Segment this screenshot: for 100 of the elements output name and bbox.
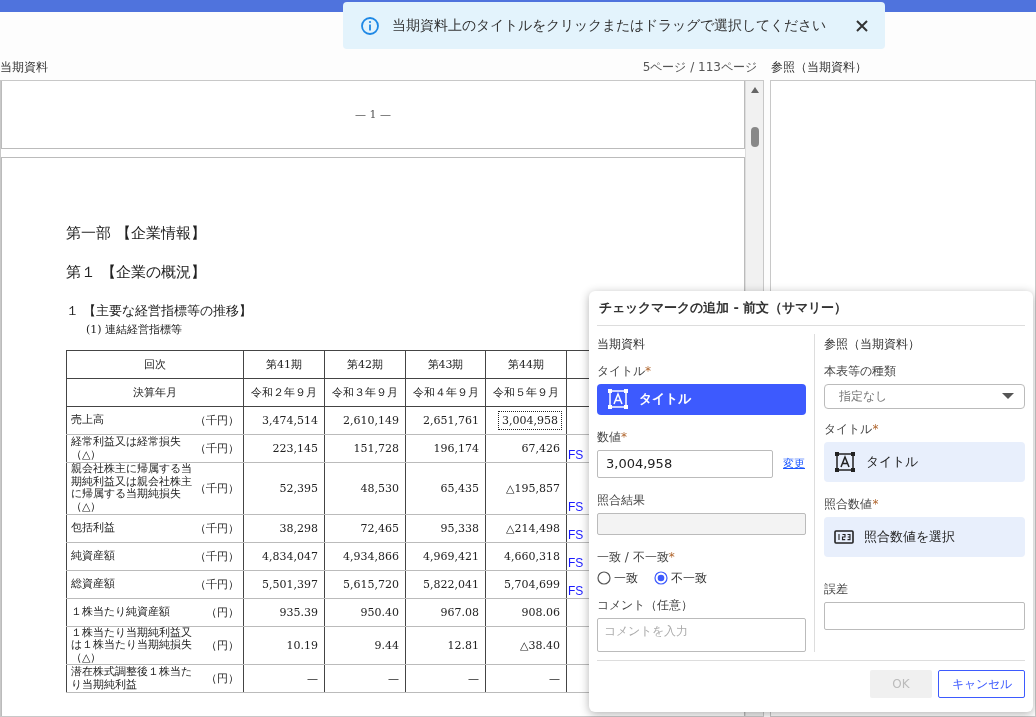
unit-label: （千円） [195,548,239,564]
field-label: タイトル* [597,364,651,378]
title-select-button[interactable]: タイトル [824,442,1025,482]
row-label: 純資産額 [71,549,116,563]
text-frame-icon [834,451,857,473]
unit-label: （千円） [195,520,239,536]
title-select-button[interactable]: タイトル [597,384,807,415]
field-label: 数値* [597,429,627,444]
cell-value[interactable]: 令和３年９月 [330,384,400,401]
row-label: 潜在株式調整後１株当たり当期純利益 [71,666,193,692]
cell-value[interactable]: 第44期 [506,356,546,373]
value-select-button[interactable]: 照合数値を選択 [824,517,1025,557]
scroll-up-icon[interactable] [749,86,760,94]
cancel-button[interactable]: キャンセル [938,670,1025,698]
unit-label: （円） [206,604,239,620]
cell-value[interactable]: 10.19 [284,638,320,653]
cell-value[interactable]: 48,530 [358,480,401,496]
cell-value[interactable]: 967.08 [438,604,481,620]
cell-value[interactable]: 4,834,047 [260,548,320,564]
panel-title: 当期資料 [0,59,48,76]
field-label: 照合数値* [824,497,879,511]
field-label: タイトル* [824,422,879,436]
radio-option[interactable]: 不一致 [654,569,707,587]
unit-label: （千円） [195,441,239,456]
selected-value[interactable]: 3,004,958 [498,411,562,430]
comment-field[interactable]: コメントを入力 [597,617,807,652]
row-label: １株当たり純資産額 [71,605,171,619]
cell-value[interactable]: 令和２年９月 [249,384,319,401]
row-label: 回次 [144,358,166,371]
cell-value[interactable]: — [466,671,481,687]
cell-value[interactable]: 4,969,421 [421,548,481,564]
text-frame-icon [607,388,629,411]
cell-value[interactable]: △214,498 [504,520,562,536]
change-link[interactable]: 変更 [783,456,805,472]
cell-value[interactable]: 第42期 [345,356,385,373]
cell-value[interactable]: 196,174 [431,441,481,456]
cell-value[interactable]: 2,610,149 [341,413,401,428]
unit-label: （円） [206,638,239,653]
fs-marker[interactable]: FS [568,499,584,514]
cell-value[interactable]: 65,435 [438,480,481,496]
unit-label: （千円） [195,576,239,592]
cell-value[interactable]: 5,704,699 [502,576,562,592]
dialog-title: チェックマークの追加 - 前文（サマリー） [599,300,848,315]
cell-value[interactable]: 12.81 [445,638,481,653]
cell-value[interactable]: 5,501,397 [260,576,320,592]
cell-value[interactable]: 4,660,318 [502,548,562,564]
row-label: 親会社株主に帰属する当期純利益又は親会社株主に帰属する当期純損失（△） [71,463,193,514]
cell-value[interactable]: 72,465 [358,520,401,536]
scroll-thumb[interactable] [750,127,759,147]
document-heading: １ 【主要な経営指標等の推移】 [66,303,253,318]
field-label: 誤差 [824,582,849,596]
cell-value[interactable]: 4,934,866 [341,548,401,564]
cell-value[interactable]: 9.44 [372,638,401,653]
radio-option[interactable]: 一致 [597,569,638,587]
cell-value[interactable]: 令和４年９月 [410,384,481,401]
cell-value[interactable]: 52,395 [277,480,320,496]
cell-value[interactable]: 5,615,720 [341,576,401,592]
cell-value[interactable]: 5,822,041 [421,576,481,592]
cell-value[interactable]: 908.06 [519,604,562,620]
unit-label: （千円） [195,480,239,496]
type-dropdown[interactable]: 指定なし [824,384,1025,409]
cell-value[interactable]: △195,857 [504,480,562,496]
fs-marker[interactable]: FS [568,555,584,570]
cell-value[interactable]: 3,474,514 [260,413,320,428]
cell-value[interactable]: 38,298 [277,520,320,536]
cell-value[interactable]: 151,728 [351,441,401,456]
cell-value[interactable]: 95,338 [438,520,481,536]
cell-value[interactable]: 第43期 [425,356,466,373]
close-icon[interactable] [855,18,869,33]
cell-value[interactable]: — [386,671,401,687]
cell-value[interactable]: 2,651,761 [421,413,481,428]
cell-value[interactable]: 67,426 [519,441,562,456]
row-label: 経常利益又は経常損失（△） [71,435,182,462]
error-field[interactable] [824,602,1025,630]
info-icon [360,15,380,36]
cell-value[interactable]: 223,145 [270,441,320,456]
unit-label: （千円） [195,413,239,428]
field-label: 一致 / 不一致* [597,549,675,564]
document-heading: 第一部 【企業情報】 [66,224,206,242]
row-label: 総資産額 [71,577,116,591]
section-heading: 参照（当期資料） [824,337,921,351]
cell-value[interactable]: △38.40 [518,638,562,653]
document-heading: 第１ 【企業の概況】 [66,263,206,281]
number-icon [834,530,855,544]
row-label: 包括利益 [71,521,116,535]
number-field[interactable]: 3,004,958 [597,449,773,478]
cell-value[interactable]: — [305,671,320,687]
fs-marker[interactable]: FS [568,583,584,598]
page-number: — 1 — [355,108,392,121]
cell-value[interactable]: 第41期 [264,356,304,373]
cell-value[interactable]: 935.39 [277,604,320,620]
fs-marker[interactable]: FS [568,527,584,542]
cell-value[interactable]: — [547,671,562,687]
document-heading: (1) 連結経営指標等 [86,323,183,336]
section-heading: 当期資料 [597,337,645,351]
cell-value[interactable]: 令和５年９月 [491,384,561,401]
row-label: 決算年月 [133,386,177,399]
fs-marker[interactable]: FS [568,448,584,462]
cell-value[interactable]: 950.40 [358,604,401,620]
panel-title: 参照（当期資料） [771,60,867,74]
